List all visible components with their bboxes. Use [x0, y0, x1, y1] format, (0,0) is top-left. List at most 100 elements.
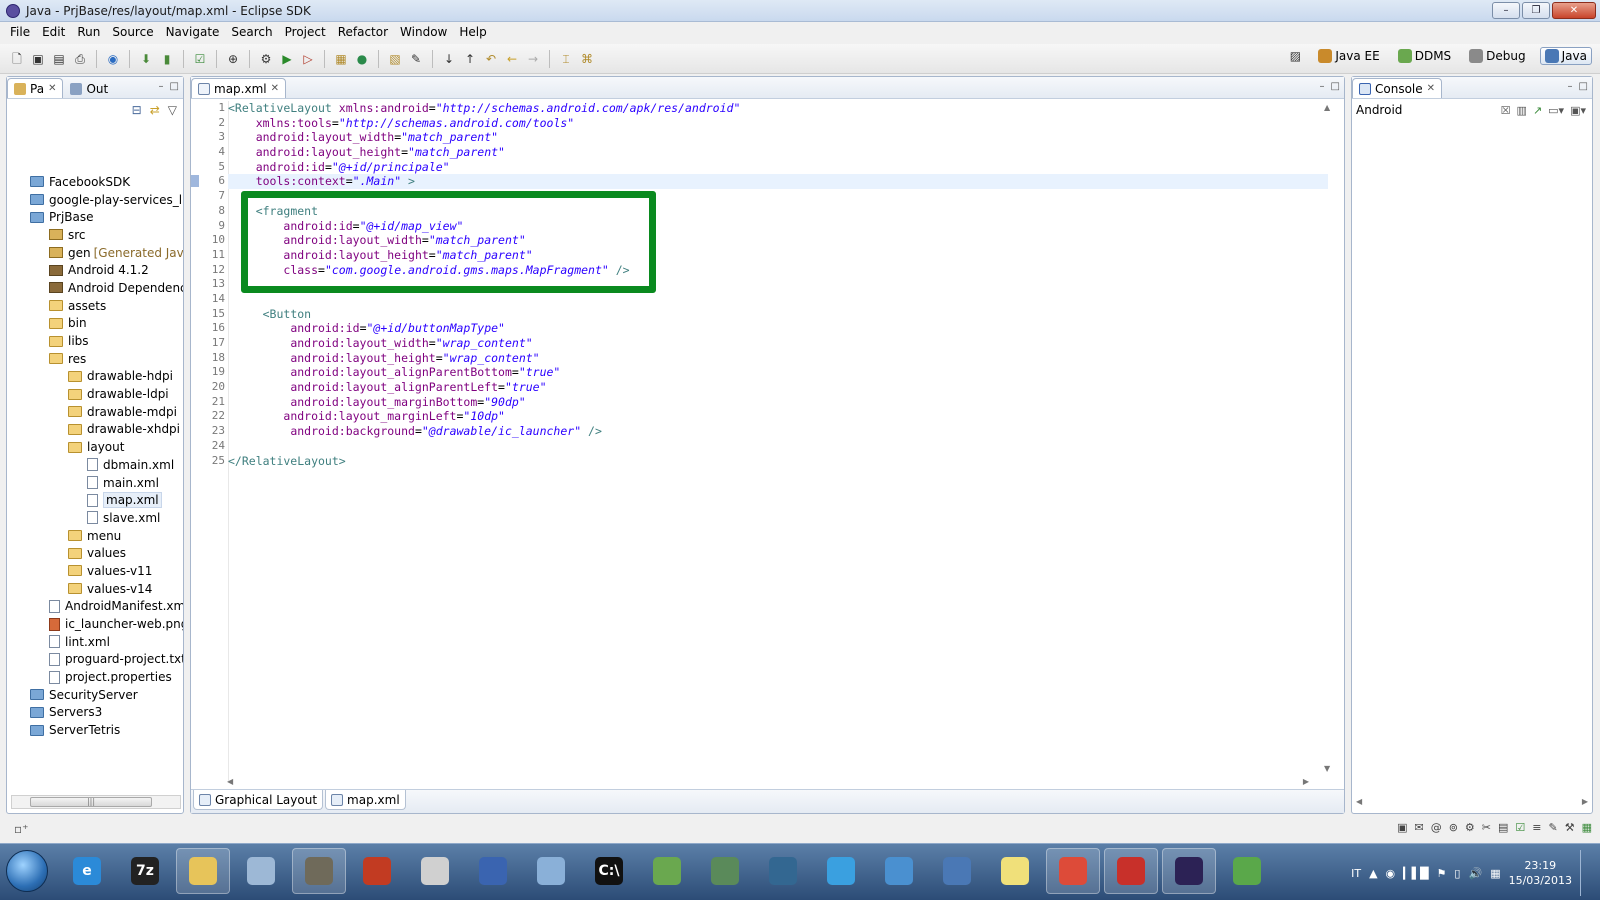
code-line[interactable]: android:layout_width="match_parent" [228, 130, 1328, 145]
search-icon[interactable]: ✎ [407, 50, 425, 68]
android-sdk-icon[interactable]: ◉ [104, 50, 122, 68]
tab-package-explorer[interactable]: Pa ✕ [7, 78, 64, 98]
heap-icon[interactable]: ⊚ [1449, 821, 1458, 834]
code-line[interactable]: <Button [228, 307, 1328, 322]
taskbar-app[interactable] [814, 848, 868, 894]
power-icon[interactable]: ▯ [1454, 867, 1460, 880]
hierarchy-icon[interactable]: ▦ [1582, 821, 1592, 834]
code-line[interactable] [228, 292, 1328, 307]
open-console-icon[interactable]: ▣▾ [1570, 104, 1586, 117]
tree-item[interactable]: drawable-hdpi [7, 368, 183, 386]
tab-console[interactable]: Console ✕ [1352, 78, 1443, 98]
settings-icon[interactable]: ⚒ [1565, 821, 1575, 834]
menu-search[interactable]: Search [225, 25, 278, 39]
tree-item[interactable]: drawable-mdpi [7, 403, 183, 421]
close-icon[interactable]: ✕ [271, 83, 279, 94]
menu-window[interactable]: Window [394, 25, 453, 39]
tree-item[interactable]: layout [7, 438, 183, 456]
new-android-project-icon[interactable]: ⊕ [224, 50, 242, 68]
tree-item[interactable]: FacebookSDK [7, 173, 183, 191]
menu-source[interactable]: Source [106, 25, 159, 39]
perspective-ddms[interactable]: DDMS [1394, 48, 1455, 64]
volume-icon[interactable]: 🔊 [1468, 867, 1482, 880]
taskbar-app[interactable] [176, 848, 230, 894]
scroll-lock-icon[interactable]: ▥ [1517, 104, 1527, 117]
close-icon[interactable]: ✕ [1427, 83, 1435, 94]
taskbar-app[interactable]: C:\ [582, 848, 636, 894]
tree-item[interactable]: main.xml [7, 474, 183, 492]
tree-item[interactable]: slave.xml [7, 509, 183, 527]
network-stats-icon[interactable]: ≡ [1532, 821, 1541, 834]
taskbar-app[interactable] [698, 848, 752, 894]
code-line[interactable]: android:id="@+id/principale" [228, 160, 1328, 175]
tree-item[interactable]: drawable-xhdpi [7, 421, 183, 439]
tab-graphical-layout[interactable]: Graphical Layout [193, 790, 324, 810]
tree-item[interactable]: proguard-project.txt [7, 651, 183, 669]
tree-item[interactable]: assets [7, 297, 183, 315]
clock[interactable]: 23:19 15/03/2013 [1509, 858, 1572, 888]
minimize-view-icon[interactable]: – [159, 81, 164, 92]
avd-manager-icon[interactable]: ▮ [158, 50, 176, 68]
close-icon[interactable]: ✕ [48, 83, 56, 94]
tree-item[interactable]: Android Dependencie [7, 279, 183, 297]
menu-project[interactable]: Project [279, 25, 332, 39]
taskbar-app[interactable] [1104, 848, 1158, 894]
console-horizontal-scrollbar[interactable]: ◀ ▶ [1356, 797, 1588, 809]
editor-vertical-scrollbar[interactable]: ▲ ▼ [1324, 103, 1338, 773]
taskbar-app[interactable] [640, 848, 694, 894]
tree-item[interactable]: libs [7, 332, 183, 350]
close-button[interactable]: ✕ [1552, 2, 1596, 19]
brush-icon[interactable]: ✎ [1549, 821, 1558, 834]
signal-icon[interactable]: ▎▌█ [1403, 867, 1428, 880]
tree-item[interactable]: AndroidManifest.xml [7, 598, 183, 616]
code-line[interactable]: android:layout_width="wrap_content" [228, 336, 1328, 351]
tree-item[interactable]: values-v14 [7, 580, 183, 598]
menu-help[interactable]: Help [453, 25, 492, 39]
fast-view-icon[interactable]: ▫⁺ [14, 822, 28, 836]
devices-icon[interactable]: ▣ [1397, 821, 1407, 834]
taskbar-app[interactable] [466, 848, 520, 894]
new-icon[interactable]: 🗋 [8, 50, 26, 68]
email-icon[interactable]: @ [1431, 821, 1442, 834]
code-line[interactable]: android:layout_alignParentBottom="true" [228, 365, 1328, 380]
perspective-java[interactable]: Java [1539, 47, 1592, 65]
code-line[interactable]: android:layout_alignParentLeft="true" [228, 380, 1328, 395]
code-line[interactable]: android:background="@drawable/ic_launche… [228, 424, 1328, 439]
maximize-view-icon[interactable]: □ [1579, 81, 1588, 92]
taskbar-app[interactable]: 7z [118, 848, 172, 894]
perspective-java-ee[interactable]: Java EE [1314, 48, 1383, 64]
explorer-horizontal-scrollbar[interactable]: ||| [11, 795, 181, 809]
forward-icon[interactable]: → [524, 50, 542, 68]
taskbar-app[interactable] [524, 848, 578, 894]
tree-item[interactable]: drawable-ldpi [7, 385, 183, 403]
allocation-icon[interactable]: ⚙ [1465, 821, 1475, 834]
tree-item[interactable]: bin [7, 315, 183, 333]
clear-console-icon[interactable]: ☒ [1501, 104, 1511, 117]
code-line[interactable]: android:layout_marginBottom="90dp" [228, 395, 1328, 410]
show-desktop-button[interactable] [1580, 850, 1594, 896]
tree-item[interactable]: SecurityServer [7, 686, 183, 704]
pin-editor-icon[interactable]: ⌶ [557, 50, 575, 68]
tree-item[interactable]: Android 4.1.2 [7, 261, 183, 279]
menu-refactor[interactable]: Refactor [332, 25, 394, 39]
minimize-button[interactable]: – [1492, 2, 1520, 19]
tree-item[interactable]: google-play-services_lib [7, 191, 183, 209]
taskbar-app[interactable] [756, 848, 810, 894]
tree-item[interactable]: values [7, 544, 183, 562]
taskbar-app[interactable] [1220, 848, 1274, 894]
external-tools-icon[interactable]: ▷ [299, 50, 317, 68]
tree-item[interactable]: ServerTetris [7, 721, 183, 739]
collapse-all-icon[interactable]: ⊟ [132, 103, 142, 117]
editor-horizontal-scrollbar[interactable]: ◀ ▶ [227, 777, 1309, 789]
code-line[interactable] [228, 439, 1328, 454]
debug-icon[interactable]: ⚙ [257, 50, 275, 68]
taskbar-app[interactable] [234, 848, 288, 894]
wifi-icon[interactable]: ◉ [1386, 867, 1396, 880]
tree-item[interactable]: PrjBase [7, 208, 183, 226]
tree-item[interactable]: res [7, 350, 183, 368]
taskbar-app[interactable] [408, 848, 462, 894]
android-sdk-manager-icon[interactable]: ⬇ [137, 50, 155, 68]
show-hidden-icons-icon[interactable]: ▲ [1369, 867, 1377, 880]
code-line[interactable]: tools:context=".Main" > [228, 174, 1328, 190]
taskbar-app[interactable] [350, 848, 404, 894]
